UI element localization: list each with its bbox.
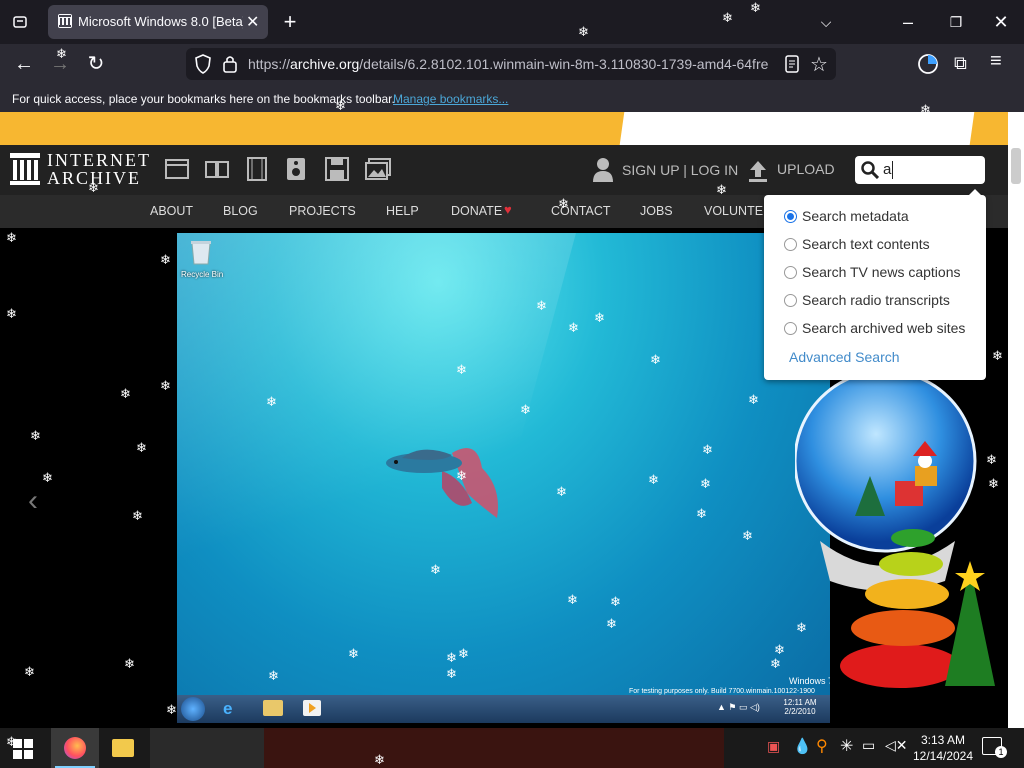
ia-logo-icon[interactable] — [10, 153, 40, 190]
ia-logo-text[interactable]: INTERNET ARCHIVE — [47, 151, 151, 187]
reader-view-icon[interactable] — [784, 55, 800, 78]
taskbar-empty-area — [150, 728, 264, 768]
bookmarks-hint: For quick access, place your bookmarks h… — [12, 92, 395, 106]
option-search-metadata[interactable]: Search metadata — [802, 208, 909, 224]
back-icon[interactable]: ← — [8, 48, 40, 80]
images-icon[interactable] — [365, 158, 391, 185]
tab-title: Microsoft Windows 8.0 [Beta] ... — [78, 14, 243, 29]
nav-contact[interactable]: CONTACT — [551, 204, 611, 218]
notification-badge: 1 — [995, 746, 1007, 758]
volume-muted-icon[interactable]: ◁✕ — [885, 737, 908, 754]
radio-search-tv[interactable] — [784, 266, 797, 279]
taskbar-firefox[interactable] — [51, 728, 99, 768]
recycle-bin-label: Recycle Bin — [181, 270, 224, 279]
network-icon[interactable]: ▭ — [862, 737, 875, 754]
win7-taskbar: e ▲ ⚑ ▭ ◁) 12:11 AM 2/2/2010 — [177, 695, 830, 723]
radio-search-text[interactable] — [784, 238, 797, 251]
bookmark-star-icon[interactable]: ☆ — [810, 52, 828, 77]
explorer-folder-icon — [263, 700, 283, 716]
menu-hamburger-icon[interactable]: ≡ — [990, 50, 1002, 73]
tray-app-icon[interactable]: ▣ — [767, 738, 780, 755]
search-icon — [861, 161, 880, 184]
close-tab-icon[interactable]: ✕ — [246, 12, 259, 32]
win7-tray-icons: ▲ ⚑ ▭ ◁) — [717, 702, 760, 712]
radio-search-metadata[interactable] — [784, 210, 797, 223]
forward-icon[interactable]: → — [44, 48, 76, 80]
system-clock[interactable]: 3:13 AM 12/14/2024 — [912, 732, 974, 764]
nav-blog[interactable]: BLOG — [223, 204, 258, 218]
snow-globe-decoration — [793, 366, 1015, 721]
option-search-radio[interactable]: Search radio transcripts — [802, 292, 950, 308]
option-search-tv[interactable]: Search TV news captions — [802, 264, 961, 280]
windows-taskbar: ▣ 💧 ⚲ ✳ ▭ ◁✕ 3:13 AM 12/14/2024 1 — [0, 728, 1024, 768]
bookmarks-toolbar: For quick access, place your bookmarks h… — [0, 86, 1024, 112]
advanced-search-link[interactable]: Advanced Search — [789, 349, 900, 365]
nav-jobs[interactable]: JOBS — [640, 204, 673, 218]
tray-snowflake-icon[interactable]: ✳ — [840, 736, 853, 756]
win7-watermark-build: For testing purposes only. Build 7700.wi… — [629, 688, 815, 695]
windows-start-icon[interactable] — [13, 739, 33, 764]
url-bar[interactable]: https://archive.org/details/6.2.8102.101… — [186, 48, 836, 80]
item-preview-image[interactable]: Recycle Bin Windows 7 For testing purpos… — [177, 233, 830, 723]
manage-bookmarks-link[interactable]: Manage bookmarks... — [393, 92, 508, 106]
search-value: a — [883, 161, 892, 178]
file-explorer-icon[interactable] — [112, 739, 134, 757]
option-search-web[interactable]: Search archived web sites — [802, 320, 965, 336]
tray-search-icon[interactable]: ⚲ — [816, 736, 828, 756]
ie-icon: e — [223, 699, 233, 718]
nav-help[interactable]: HELP — [386, 204, 419, 218]
url-text[interactable]: https://archive.org/details/6.2.8102.101… — [248, 56, 768, 72]
recycle-bin-icon — [189, 239, 213, 265]
carousel-prev-icon[interactable]: ‹ — [28, 484, 38, 518]
account-sync-icon[interactable] — [916, 52, 940, 81]
tracking-shield-icon[interactable] — [194, 54, 212, 79]
texts-book-icon[interactable] — [205, 159, 229, 184]
web-icon[interactable] — [165, 159, 189, 184]
nav-donate[interactable]: DONATE — [451, 204, 502, 218]
restore-icon[interactable]: ❐ — [940, 6, 972, 38]
scrollbar-thumb[interactable] — [1011, 148, 1021, 184]
upload-link[interactable]: UPLOAD — [777, 161, 835, 177]
lock-icon[interactable] — [222, 54, 238, 79]
option-search-text[interactable]: Search text contents — [802, 236, 930, 252]
radio-search-web[interactable] — [784, 322, 797, 335]
archive-favicon-icon — [58, 14, 72, 28]
banner-white-panel — [619, 112, 975, 145]
tab-archive[interactable]: Microsoft Windows 8.0 [Beta] ... ✕ — [48, 5, 268, 39]
taskbar-wallpaper-area — [264, 728, 724, 768]
text-cursor — [892, 161, 893, 179]
list-tabs-chevron-icon[interactable]: ⌵ — [810, 6, 842, 38]
tab-overview-icon[interactable] — [4, 6, 36, 38]
browser-tab-bar: Microsoft Windows 8.0 [Beta] ... ✕ + ⌵ –… — [0, 0, 1024, 44]
new-tab-icon[interactable]: + — [274, 6, 306, 38]
nav-about[interactable]: ABOUT — [150, 204, 193, 218]
heart-icon: ♥ — [504, 202, 512, 217]
minimize-icon[interactable]: – — [892, 6, 924, 38]
betta-fish-image — [382, 433, 512, 538]
user-icon[interactable] — [592, 157, 614, 188]
media-player-icon — [303, 700, 321, 716]
extensions-puzzle-icon[interactable]: ⧉ — [954, 53, 967, 74]
search-options-dropdown: Search metadata Search text contents Sea… — [764, 189, 986, 380]
close-window-icon[interactable]: ✕ — [985, 6, 1017, 38]
upload-icon[interactable] — [748, 159, 768, 188]
page-scrollbar[interactable] — [1008, 112, 1024, 728]
radio-search-radio[interactable] — [784, 294, 797, 307]
reload-icon[interactable]: ↻ — [80, 48, 112, 80]
audio-speaker-icon[interactable] — [286, 157, 306, 186]
sign-up-login-link[interactable]: SIGN UP | LOG IN — [622, 162, 738, 178]
tray-droplet-icon[interactable]: 💧 — [793, 737, 812, 755]
software-floppy-icon[interactable] — [325, 157, 349, 186]
search-input[interactable]: a — [855, 156, 985, 184]
nav-projects[interactable]: PROJECTS — [289, 204, 356, 218]
video-film-icon[interactable] — [245, 157, 269, 186]
win7-start-orb-icon — [181, 697, 205, 721]
dropdown-caret — [968, 189, 982, 196]
